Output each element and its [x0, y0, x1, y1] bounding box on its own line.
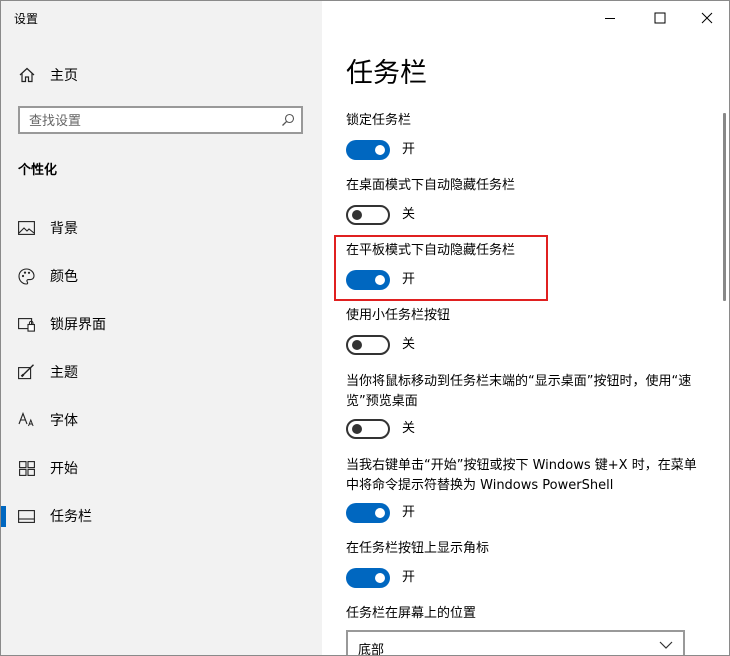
sidebar: 设置 主页 个性化 背景 — [1, 1, 322, 655]
home-label: 主页 — [50, 68, 78, 84]
lock-taskbar-toggle[interactable] — [346, 140, 390, 160]
toggle-state-label: 开 — [402, 142, 416, 157]
scrollbar[interactable] — [723, 113, 726, 301]
close-icon — [701, 12, 713, 24]
app-title: 设置 — [14, 12, 39, 26]
sidebar-item-label: 颜色 — [50, 269, 78, 285]
small-buttons-toggle[interactable] — [346, 335, 390, 355]
start-icon — [18, 460, 35, 477]
sidebar-item-label: 锁屏界面 — [50, 317, 106, 333]
page-title: 任务栏 — [346, 58, 427, 89]
sidebar-item-colors[interactable]: 颜色 — [1, 252, 322, 300]
home-icon — [19, 67, 35, 83]
section-title: 个性化 — [18, 163, 58, 178]
font-icon — [18, 412, 35, 429]
setting-label: 在任务栏按钮上显示角标 — [346, 541, 490, 556]
sidebar-item-taskbar[interactable]: 任务栏 — [1, 492, 322, 540]
toggle-knob — [352, 210, 362, 220]
toggle-state-label: 开 — [402, 505, 416, 520]
search-icon[interactable] — [281, 113, 295, 127]
setting-label: 使用小任务栏按钮 — [346, 308, 451, 323]
picture-icon — [18, 220, 35, 237]
toggle-knob — [352, 340, 362, 350]
powershell-toggle[interactable] — [346, 503, 390, 523]
sidebar-item-lock-screen[interactable]: 锁屏界面 — [1, 300, 322, 348]
autohide-tablet-toggle[interactable] — [346, 270, 390, 290]
sidebar-item-label: 主题 — [50, 365, 78, 381]
search-input[interactable] — [29, 112, 269, 130]
maximize-button[interactable] — [643, 7, 677, 29]
toggle-state-label: 关 — [402, 207, 416, 222]
palette-icon — [18, 267, 35, 285]
sidebar-item-start[interactable]: 开始 — [1, 444, 322, 492]
sidebar-item-themes[interactable]: 主题 — [1, 348, 322, 396]
minimize-button[interactable] — [593, 7, 627, 29]
toggle-knob — [375, 275, 385, 285]
toggle-knob — [375, 508, 385, 518]
minimize-icon — [605, 18, 615, 19]
sidebar-item-label: 开始 — [50, 461, 78, 477]
toggle-state-label: 关 — [402, 421, 416, 436]
sidebar-item-background[interactable]: 背景 — [1, 204, 322, 252]
sidebar-item-label: 任务栏 — [50, 509, 92, 525]
search-box[interactable] — [18, 106, 303, 134]
sidebar-item-label: 字体 — [50, 413, 78, 429]
active-indicator — [1, 506, 6, 527]
setting-label: 在平板模式下自动隐藏任务栏 — [346, 243, 516, 258]
setting-label: 当我右键单击“开始”按钮或按下 Windows 键+X 时，在菜单中将命令提示符… — [346, 458, 697, 493]
toggle-knob — [375, 573, 385, 583]
setting-label: 锁定任务栏 — [346, 113, 412, 128]
setting-label: 当你将鼠标移动到任务栏末端的“显示桌面”按钮时，使用“速览”预览桌面 — [346, 374, 692, 409]
position-label: 任务栏在屏幕上的位置 — [346, 606, 477, 621]
toggle-state-label: 关 — [402, 337, 416, 352]
taskbar-icon — [18, 508, 35, 525]
toggle-state-label: 开 — [402, 272, 416, 287]
toggle-state-label: 开 — [402, 570, 416, 585]
lock-screen-icon — [18, 316, 35, 333]
dropdown-value: 底部 — [358, 643, 385, 656]
autohide-desktop-toggle[interactable] — [346, 205, 390, 225]
chevron-down-icon — [659, 641, 673, 649]
main-content: 任务栏 锁定任务栏 开 在桌面模式下自动隐藏任务栏 关 在平板模式下自动隐藏任务… — [322, 1, 729, 655]
setting-label: 在桌面模式下自动隐藏任务栏 — [346, 178, 516, 193]
peek-toggle[interactable] — [346, 419, 390, 439]
badges-toggle[interactable] — [346, 568, 390, 588]
toggle-knob — [352, 424, 362, 434]
toggle-knob — [375, 145, 385, 155]
sidebar-item-label: 背景 — [50, 221, 78, 237]
settings-window: 设置 主页 个性化 背景 — [0, 0, 730, 656]
position-dropdown[interactable]: 底部 — [346, 630, 685, 656]
theme-icon — [18, 364, 35, 381]
maximize-icon — [654, 12, 666, 24]
home-nav-item[interactable]: 主页 — [18, 65, 78, 85]
close-button[interactable] — [690, 7, 724, 29]
sidebar-nav: 背景 颜色 锁屏界面 主题 字体 开始 任务栏 — [1, 204, 322, 540]
sidebar-item-fonts[interactable]: 字体 — [1, 396, 322, 444]
